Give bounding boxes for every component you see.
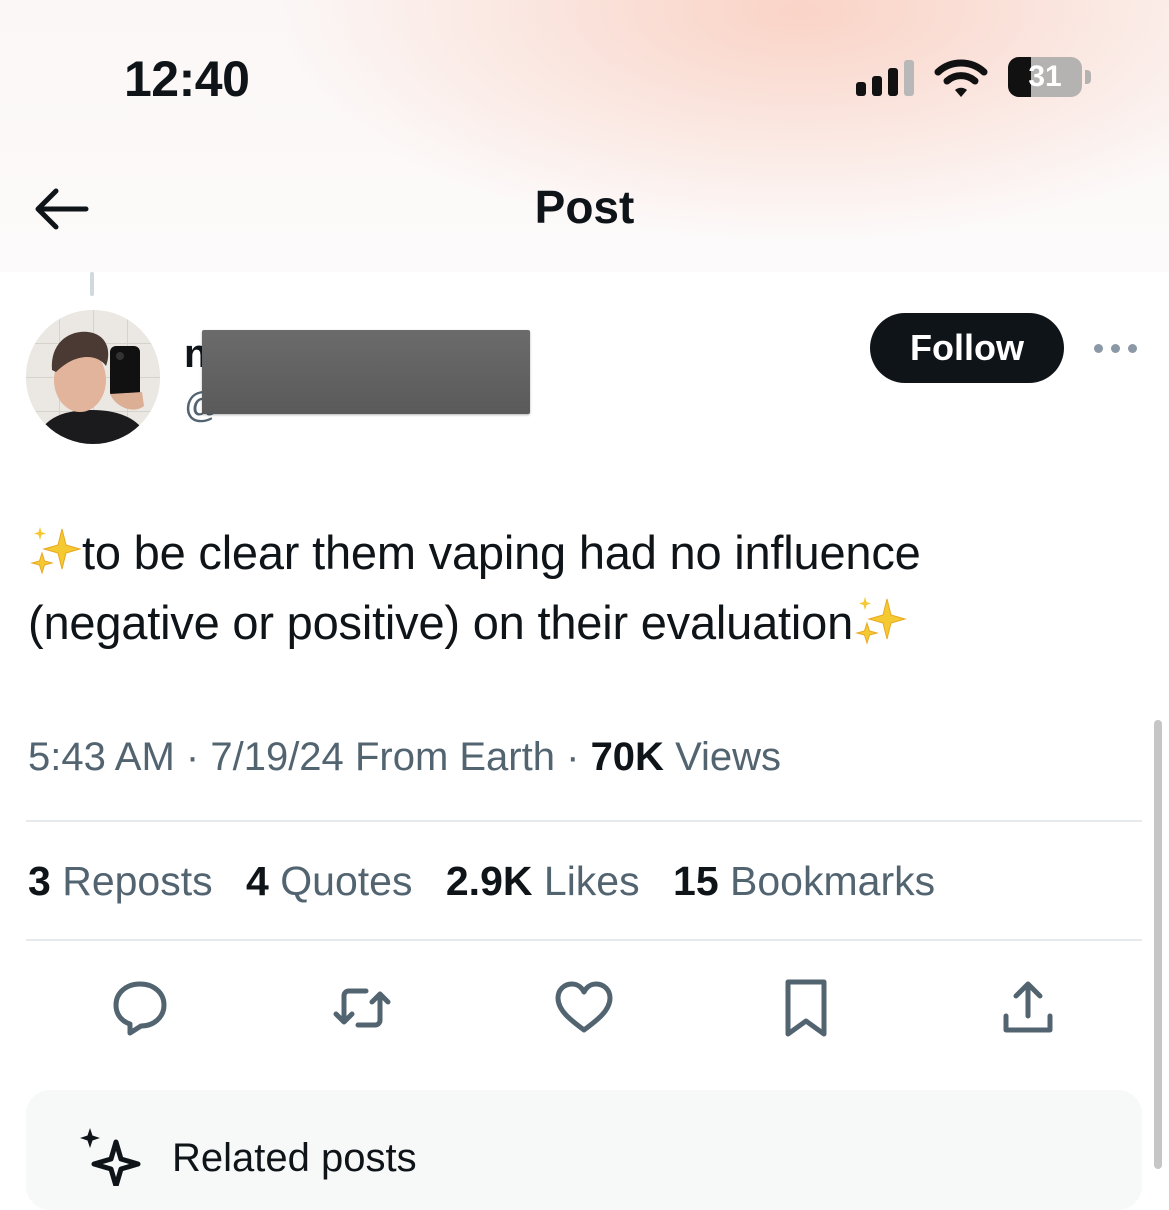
bookmark-icon xyxy=(785,979,827,1037)
related-posts-label[interactable]: Related posts xyxy=(172,1136,417,1181)
status-time: 12:40 xyxy=(124,51,250,107)
redaction-box xyxy=(202,330,530,414)
battery-percentage: 31 xyxy=(1028,60,1062,93)
reposts-stat[interactable]: 3 Reposts xyxy=(28,858,213,904)
more-options-icon[interactable] xyxy=(1094,340,1138,356)
wifi-icon xyxy=(934,59,988,97)
divider xyxy=(26,939,1142,941)
share-button[interactable] xyxy=(996,976,1060,1040)
like-icon xyxy=(555,981,613,1033)
thread-connector-line xyxy=(90,272,94,296)
sparkles-icon xyxy=(855,597,907,645)
post-metadata: 5:43 AM · 7/19/24 From Earth · 70K Views xyxy=(28,735,781,780)
post-source: From Earth xyxy=(354,735,555,779)
cellular-signal-icon xyxy=(856,60,914,96)
reply-icon xyxy=(113,981,167,1036)
views-label[interactable]: Views xyxy=(675,735,781,779)
avatar[interactable] xyxy=(26,310,160,444)
views-count[interactable]: 70K xyxy=(591,735,664,779)
divider xyxy=(26,820,1142,822)
reply-button[interactable] xyxy=(108,976,172,1040)
sparkles-icon xyxy=(80,1128,141,1186)
meta-separator: · xyxy=(566,735,580,779)
post-text-line1: to be clear them vaping had no influence xyxy=(82,526,921,579)
post-text: to be clear them vaping had no influence… xyxy=(28,518,1138,658)
likes-stat[interactable]: 2.9K Likes xyxy=(446,858,640,904)
quotes-stat[interactable]: 4 Quotes xyxy=(246,858,412,904)
page-title: Post xyxy=(534,181,635,233)
follow-button[interactable]: Follow xyxy=(870,313,1064,383)
sparkles-icon xyxy=(30,527,82,575)
scrollbar[interactable] xyxy=(1154,720,1162,1169)
bookmark-button[interactable] xyxy=(774,976,838,1040)
like-button[interactable] xyxy=(552,976,616,1040)
meta-separator: · xyxy=(185,735,200,779)
engagement-stats: 3 Reposts 4 Quotes 2.9K Likes 15 Bookmar… xyxy=(28,858,957,905)
post-time: 5:43 AM xyxy=(28,735,175,779)
share-icon xyxy=(1003,981,1053,1033)
bookmarks-stat[interactable]: 15 Bookmarks xyxy=(673,858,935,904)
post-text-line2: (negative or positive) on their evaluati… xyxy=(28,596,854,649)
repost-icon xyxy=(333,988,391,1028)
repost-button[interactable] xyxy=(330,976,394,1040)
battery-icon: 31 xyxy=(1008,57,1092,99)
post-date: 7/19/24 xyxy=(210,735,344,779)
